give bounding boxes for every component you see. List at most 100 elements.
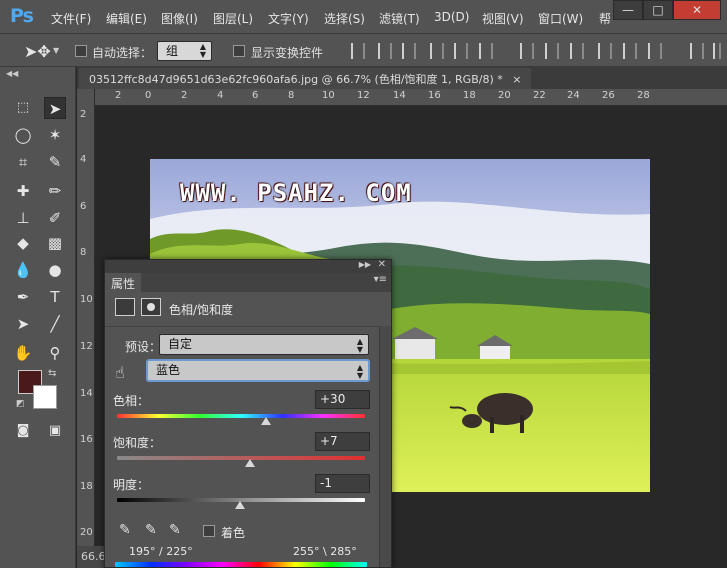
lightness-value-input[interactable]: -1: [315, 474, 370, 493]
brush-tool-icon[interactable]: ✏: [44, 180, 66, 202]
ruler-label: 4: [80, 154, 87, 165]
close-button[interactable]: ✕: [673, 0, 721, 20]
eraser-tool-icon[interactable]: ◆: [12, 232, 34, 254]
align-vcenter-icon[interactable]: [378, 43, 392, 59]
menu-help[interactable]: 帮: [599, 10, 611, 27]
ruler-label: 20: [80, 527, 93, 538]
color-range-bar[interactable]: [115, 562, 367, 567]
ruler-label: 10: [322, 90, 335, 101]
more-options-icon[interactable]: [713, 43, 721, 59]
auto-select-dropdown[interactable]: 组 ▲ ▼: [157, 41, 212, 61]
blur-tool-icon[interactable]: 💧: [12, 259, 34, 281]
minimize-button[interactable]: —: [613, 0, 643, 20]
default-colors-icon[interactable]: ◩: [16, 399, 25, 409]
crop-tool-icon[interactable]: ⌗: [12, 151, 34, 173]
background-color-swatch[interactable]: [33, 385, 57, 409]
pen-tool-icon[interactable]: ✒: [12, 286, 34, 308]
menu-layer[interactable]: 图层(L): [213, 10, 253, 27]
screen-mode-icon[interactable]: ▣: [44, 420, 66, 442]
distribute-right-icon[interactable]: [648, 43, 662, 59]
menu-view[interactable]: 视图(V): [482, 10, 524, 27]
channel-dropdown[interactable]: 蓝色 ▲ ▼: [147, 360, 369, 381]
hue-slider-thumb[interactable]: [260, 417, 271, 425]
align-right-icon[interactable]: [479, 43, 493, 59]
distribute-bottom-icon[interactable]: [570, 43, 584, 59]
eyedropper-tool-icon[interactable]: ✎: [44, 151, 66, 173]
gradient-tool-icon[interactable]: ▩: [44, 232, 66, 254]
eyedropper-plus-icon[interactable]: ✎: [145, 522, 157, 538]
layer-mask-icon[interactable]: [141, 298, 161, 316]
menu-image[interactable]: 图像(I): [161, 10, 198, 27]
hue-slider-track[interactable]: [117, 414, 365, 418]
swap-colors-icon[interactable]: ⇆: [48, 368, 56, 379]
collapse-icon[interactable]: ▶▶: [359, 260, 371, 269]
lightness-slider-thumb[interactable]: [234, 501, 245, 509]
panel-menu-icon[interactable]: ▾≡: [374, 274, 387, 285]
hue-value-input[interactable]: +30: [315, 390, 370, 409]
menu-file[interactable]: 文件(F): [51, 10, 91, 27]
properties-tab[interactable]: 属性: [105, 273, 142, 292]
hue-label: 色相：: [113, 394, 150, 408]
type-tool-icon[interactable]: T: [44, 286, 66, 308]
healing-brush-tool-icon[interactable]: ✚: [12, 180, 34, 202]
maximize-button[interactable]: □: [643, 0, 673, 20]
move-tool-button-icon[interactable]: ➤: [44, 97, 66, 119]
dodge-tool-icon[interactable]: ●: [44, 259, 66, 281]
lasso-tool-icon[interactable]: ◯: [12, 124, 34, 146]
align-top-icon[interactable]: [351, 43, 365, 59]
document-tab[interactable]: 03512ffc8d47d9651d63e62fc960afa6.jpg @ 6…: [79, 68, 532, 89]
eyedropper-icon[interactable]: ✎: [119, 522, 131, 538]
tab-close-icon[interactable]: ×: [512, 73, 521, 86]
ruler-label: 8: [288, 90, 295, 101]
align-hcenter-icon[interactable]: [454, 43, 468, 59]
channel-value: 蓝色: [156, 363, 181, 377]
colorize-checkbox[interactable]: [203, 525, 215, 537]
menu-window[interactable]: 窗口(W): [538, 10, 583, 27]
menu-3d[interactable]: 3D(D): [434, 10, 469, 24]
history-brush-tool-icon[interactable]: ✐: [44, 207, 66, 229]
distribute-left-icon[interactable]: [598, 43, 612, 59]
move-tool-icon[interactable]: ➤✥: [24, 42, 51, 61]
preset-label: 预设：: [125, 340, 162, 354]
zoom-status[interactable]: 66.67: [77, 546, 113, 568]
saturation-slider-thumb[interactable]: [244, 459, 255, 467]
auto-select-checkbox[interactable]: [75, 45, 87, 57]
menu-filter[interactable]: 滤镜(T): [379, 10, 420, 27]
panel-scrollbar[interactable]: [379, 326, 391, 567]
quick-mask-icon[interactable]: ◙: [12, 420, 34, 442]
show-transform-checkbox[interactable]: [233, 45, 245, 57]
distribute-top-icon[interactable]: [520, 43, 534, 59]
menu-bar: Ps 文件(F) 编辑(E) 图像(I) 图层(L) 文字(Y) 选择(S) 滤…: [0, 0, 727, 34]
ruler-label: 2: [181, 90, 188, 101]
align-bottom-icon[interactable]: [402, 43, 416, 59]
collapse-panel-icon[interactable]: ◀◀: [6, 69, 18, 78]
distribute-vcenter-icon[interactable]: [545, 43, 559, 59]
tool-preset-dropdown-icon[interactable]: ▼: [53, 46, 59, 55]
line-tool-icon[interactable]: ╱: [44, 313, 66, 335]
panel-close-icon[interactable]: ✕: [378, 259, 386, 270]
menu-edit[interactable]: 编辑(E): [106, 10, 147, 27]
align-left-icon[interactable]: [430, 43, 444, 59]
ruler-label: 18: [463, 90, 476, 101]
saturation-slider-track[interactable]: [117, 456, 365, 460]
saturation-value-input[interactable]: +7: [315, 432, 370, 451]
menu-select[interactable]: 选择(S): [324, 10, 365, 27]
ruler-label: 10: [80, 294, 93, 305]
auto-align-icon[interactable]: [690, 43, 704, 59]
path-selection-tool-icon[interactable]: ➤: [12, 313, 34, 335]
auto-select-value: 组: [166, 44, 179, 58]
preset-dropdown[interactable]: 自定 ▲ ▼: [159, 334, 369, 355]
adjustment-name: 色相/饱和度: [169, 303, 234, 317]
menu-type[interactable]: 文字(Y): [268, 10, 309, 27]
vertical-ruler: 2 4 6 8 10 12 14 16 18 20: [77, 89, 95, 568]
range-right-label: 255° \ 285°: [293, 545, 357, 558]
zoom-tool-icon[interactable]: ⚲: [44, 342, 66, 364]
hand-tool-icon[interactable]: ✋: [12, 342, 34, 364]
distribute-hcenter-icon[interactable]: [623, 43, 637, 59]
clone-stamp-tool-icon[interactable]: ⊥: [12, 207, 34, 229]
quick-selection-tool-icon[interactable]: ✶: [44, 124, 66, 146]
preset-value: 自定: [168, 337, 193, 351]
eyedropper-minus-icon[interactable]: ✎: [169, 522, 181, 538]
targeted-adjustment-hand-icon[interactable]: ☝: [115, 363, 125, 382]
marquee-tool-icon[interactable]: ⬚: [12, 97, 34, 119]
